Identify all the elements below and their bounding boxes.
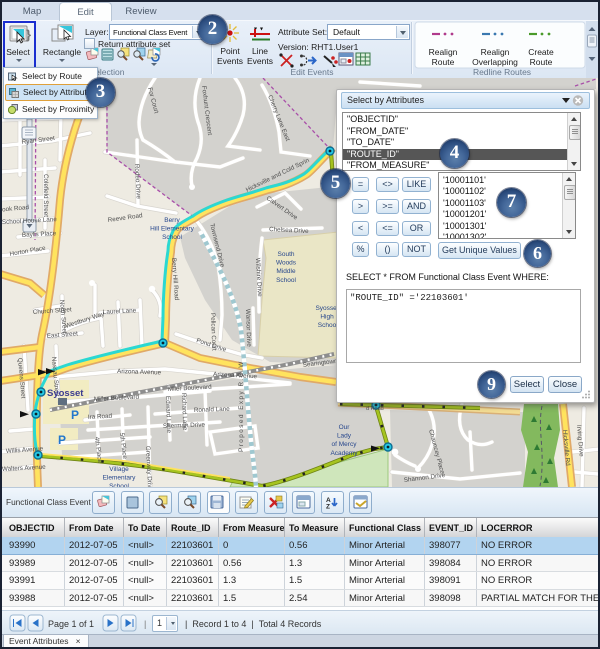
svg-text:Our: Our xyxy=(339,424,351,431)
svg-text:Syosset: Syosset xyxy=(47,388,84,399)
svg-text:Lady: Lady xyxy=(337,433,352,440)
svg-text:P: P xyxy=(58,433,66,447)
svg-text:Z: Z xyxy=(326,504,330,511)
svg-text:South: South xyxy=(278,251,295,258)
svg-text:Wansor Drive: Wansor Drive xyxy=(244,309,252,348)
svg-text:School: School xyxy=(162,234,182,241)
svg-text:P: P xyxy=(71,408,79,422)
svg-text:Village: Village xyxy=(109,466,129,473)
svg-text:of Mercy: of Mercy xyxy=(332,441,358,448)
svg-text:Proposed Expy R.O.W: Proposed Expy R.O.W xyxy=(238,360,245,452)
svg-text:d Road: d Road xyxy=(366,406,384,412)
svg-text:Colefield Street: Colefield Street xyxy=(42,174,49,217)
svg-text:Richard Lane: Richard Lane xyxy=(180,393,188,431)
svg-text:}: } xyxy=(26,27,31,42)
svg-text:Middle: Middle xyxy=(276,268,296,275)
svg-text:Woods: Woods xyxy=(276,260,297,267)
svg-text:Hill Elementary: Hill Elementary xyxy=(150,226,194,233)
svg-text:Elementary: Elementary xyxy=(103,475,137,482)
svg-text:Academy: Academy xyxy=(330,450,358,457)
svg-text:Ira Road: Ira Road xyxy=(88,413,113,421)
svg-text:Ronald Lane: Ronald Lane xyxy=(194,406,230,414)
svg-text:High: High xyxy=(320,314,334,321)
svg-text:School: School xyxy=(276,277,296,284)
svg-text:Berry: Berry xyxy=(164,217,180,224)
svg-text:Edward Lane: Edward Lane xyxy=(164,396,172,434)
svg-text:Schoo: Schoo xyxy=(318,322,337,329)
